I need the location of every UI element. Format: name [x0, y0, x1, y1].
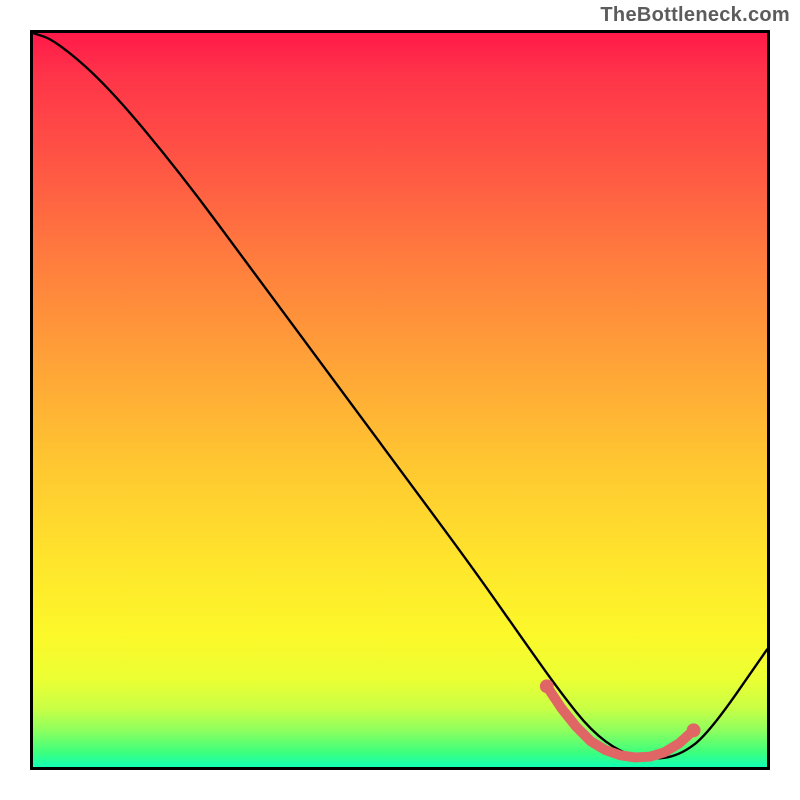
flat-bottom-highlight: [540, 679, 701, 757]
chart-overlay: [33, 33, 767, 767]
highlight-end-dot: [540, 679, 554, 693]
highlight-end-dot: [687, 723, 701, 737]
plot-area: [30, 30, 770, 770]
watermark-text: TheBottleneck.com: [600, 4, 790, 27]
bottleneck-curve-line: [33, 33, 767, 758]
highlight-stroke: [547, 686, 694, 757]
chart-container: TheBottleneck.com: [0, 0, 800, 800]
